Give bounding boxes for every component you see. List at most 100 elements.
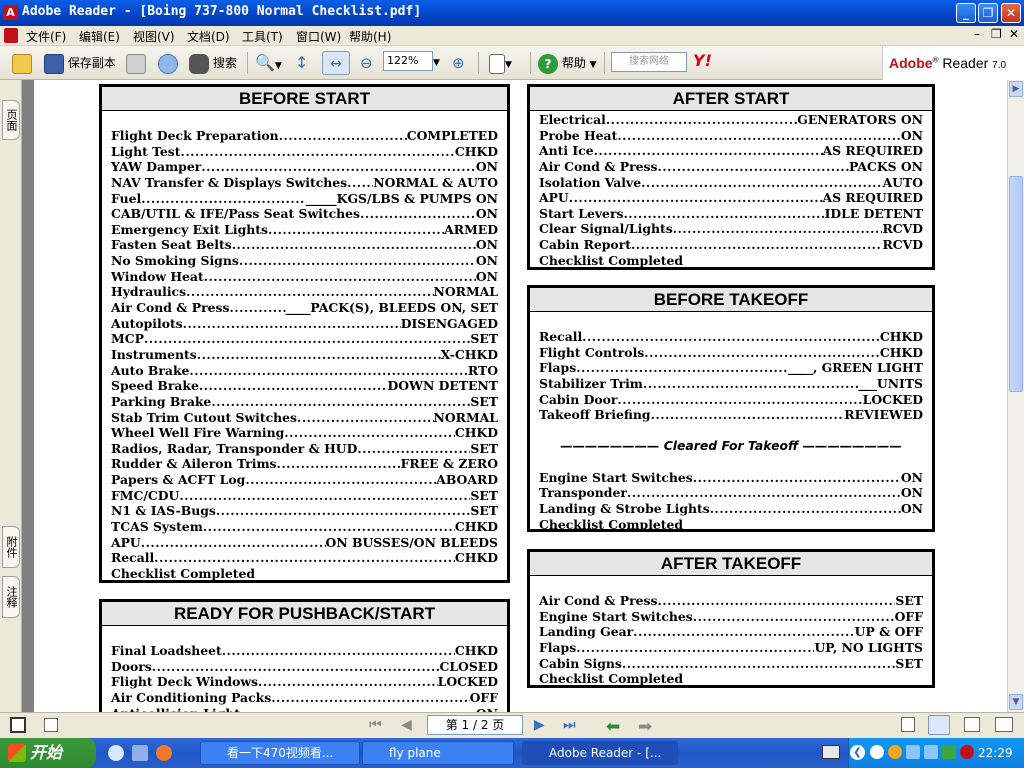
scroll-thumb[interactable] [1009,176,1023,392]
scroll-down-arrow[interactable]: ▼ [1009,694,1023,710]
rotate-view-button[interactable]: ▼ [489,51,512,75]
first-page-button[interactable]: ⏮ [369,717,382,733]
last-page-button[interactable]: ⏭ [563,717,576,733]
tray-app-icon[interactable] [960,745,974,759]
single-page-view-icon[interactable] [901,717,915,732]
leader-dots [643,376,858,392]
continuous-facing-view-icon[interactable] [995,717,1013,732]
item-value: RCVD [882,221,923,237]
item-label: Start Levers [539,205,624,221]
tray-app-icon[interactable] [888,745,902,759]
item-value: SET [470,331,498,347]
ie-quicklaunch-icon[interactable] [108,745,124,761]
fit-height-button[interactable]: ↕ [295,51,308,75]
open-button[interactable] [12,51,32,75]
adobe-reader-app-icon[interactable]: A [3,5,18,20]
checklist-item: Landing Gear UP & OFF [539,624,923,640]
zoom-out-button[interactable]: ⊖ [360,51,373,75]
menu-tools[interactable]: 工具(T) [242,28,283,45]
panel-toggle-icon[interactable] [10,717,26,733]
item-label: TCAS System [111,519,203,535]
leader-dots [179,488,470,504]
search-web-input[interactable]: 搜索网络 [611,52,687,72]
go-back-button[interactable]: ⬅ [606,717,620,737]
help-button[interactable]: ? 帮助 ▼ [538,51,597,75]
menu-window[interactable]: 窗口(W) [296,28,341,45]
next-page-button[interactable]: ▶ [534,717,545,733]
minimize-button[interactable]: _ [956,3,976,23]
leader-dots [181,144,455,160]
leader-dots [627,485,901,501]
item-label: Doors [111,658,152,674]
continuous-view-icon[interactable] [928,715,950,735]
taskbar-item-video[interactable]: 看一下470视频看... [200,741,360,765]
zoom-out-icon: ⊖ [360,54,373,72]
menu-view[interactable]: 视图(V) [133,28,175,45]
doc-close-button[interactable]: ✕ [1009,27,1019,41]
close-button[interactable]: ✕ [1001,3,1021,23]
shield-icon[interactable] [942,745,956,759]
go-forward-button[interactable]: ➡ [638,717,652,737]
zoom-in-button[interactable]: ⊕ [452,51,465,75]
explorer-quicklaunch-icon[interactable] [132,745,148,761]
leader-dots [633,624,855,640]
document-icon[interactable] [4,28,18,43]
leader-dots [258,674,438,690]
menu-file[interactable]: 文件(F) [26,28,66,45]
checklist-rows: Flight Deck PreparationCOMPLETEDLight Te… [102,111,507,566]
item-value: AS REQUIRED [822,143,924,159]
keyboard-icon[interactable] [822,745,840,759]
tray-expand-icon[interactable]: ❮ [850,745,865,760]
yahoo-button[interactable]: Y! [693,51,712,75]
leader-dots [576,360,788,376]
tray-app-icon[interactable] [870,745,884,759]
facing-view-icon[interactable] [964,717,980,732]
menu-document[interactable]: 文档(D) [187,28,230,45]
print-button[interactable] [126,51,146,75]
network-icon[interactable] [906,745,920,759]
previous-page-button[interactable]: ◀ [401,717,412,733]
item-label: Transponder [539,485,627,501]
item-value: ON [475,253,498,269]
document-view[interactable]: BEFORE START Flight Deck Preparation COMP… [22,80,1007,712]
vertical-scrollbar[interactable]: ▶ ▼ [1007,80,1024,712]
after-start-checklist: AFTER START ElectricalGENERATORS ONProbe… [527,84,935,270]
checklist-item: Air Cond & Press PACKS ON [539,159,923,175]
tab-comments[interactable]: 注释 [2,576,20,618]
zoom-dropdown-arrow[interactable]: ▼ [433,51,440,75]
leader-dots [183,316,401,332]
network-icon[interactable] [924,745,938,759]
item-value: ON [900,127,923,143]
checklist-title: AFTER TAKEOFF [530,552,932,576]
page-number-input[interactable]: 第 1 / 2 页 [427,715,523,735]
zoom-tool-button[interactable]: 🔍▼ [255,51,282,75]
taskbar-item-adobe-reader[interactable]: Adobe Reader - [... [522,741,678,765]
item-label: Air Cond & Press [111,300,230,316]
doc-minimize-button[interactable]: – [974,27,980,41]
email-button[interactable] [158,51,178,75]
windows-logo-icon [8,744,26,762]
checklist-item: Window Heat ON [111,269,498,285]
menu-help[interactable]: 帮助(H) [349,28,391,45]
search-button[interactable]: 搜索 [189,51,237,75]
item-label: Cabin Report [539,237,631,253]
leader-dots [141,535,326,551]
firefox-quicklaunch-icon[interactable] [156,745,172,761]
scroll-up-arrow[interactable]: ▶ [1009,81,1023,97]
item-value: FREE & ZERO [400,456,498,472]
page-size-icon[interactable] [44,718,58,732]
menu-edit[interactable]: 编辑(E) [79,28,120,45]
checklist-item: APU ON BUSSES/ON BLEEDS [111,535,498,551]
item-value: ARMED [444,221,498,237]
fit-width-button[interactable]: ↔ [322,51,350,75]
tab-attachments[interactable]: 附件 [2,526,20,568]
restore-button[interactable]: ❐ [978,3,998,23]
doc-restore-button[interactable]: ❐ [991,27,1002,41]
save-copy-button[interactable]: 保存副本 [44,51,116,75]
cleared-for-takeoff: ———————— Cleared For Takeoff ———————— [560,438,902,454]
tab-pages[interactable]: 页面 [2,100,20,140]
item-value: ON [475,268,498,284]
taskbar-item-fly-plane[interactable]: fly plane [362,741,514,765]
item-value: CHKD [454,550,498,566]
zoom-level-input[interactable]: 122% [383,51,433,71]
